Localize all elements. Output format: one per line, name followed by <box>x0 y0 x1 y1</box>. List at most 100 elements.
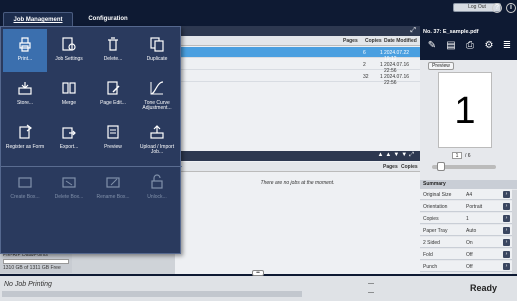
col-date-modified[interactable]: Date Modified <box>384 38 417 44</box>
summary-label: Copies <box>423 216 439 222</box>
menu-item-label: Tone Curve Adjustment... <box>142 100 172 111</box>
table-row[interactable]: 2 1 2024.07.16 22:56 <box>175 59 420 74</box>
menu-item-tone-curve[interactable]: Tone Curve Adjustment... <box>135 73 179 116</box>
page-number-field[interactable]: 1 <box>452 152 462 159</box>
chevron-right-icon[interactable]: › <box>503 239 510 246</box>
menu-item-job-settings[interactable]: Job Settings <box>47 29 91 72</box>
table-row[interactable]: 32 1 2024.07.16 22:56 <box>175 71 420 86</box>
edit-icon[interactable]: ✎ <box>424 40 440 54</box>
job-list-toolbar: ⤢ <box>175 26 420 36</box>
menu-item-label: Duplicate <box>146 56 168 62</box>
document-icon[interactable]: ▤ <box>443 40 459 54</box>
table-row[interactable]: 6 1 2024.07.22 19:12 <box>175 47 420 62</box>
status-dash: — <box>368 281 374 287</box>
chevron-right-icon[interactable]: › <box>503 191 510 198</box>
tab-job-management[interactable]: Job Management <box>3 12 73 26</box>
menu-item-duplicate[interactable]: Duplicate <box>135 29 179 72</box>
menu-item-label: Merge <box>61 100 77 106</box>
menu-item-register-form[interactable]: Register as Form <box>3 117 47 160</box>
summary-value: On <box>466 240 473 246</box>
menu-item-label: Page Edit... <box>100 100 126 106</box>
menu-item-label: Rename Box... <box>96 194 130 200</box>
col-pages-lower[interactable]: Pages <box>383 164 398 170</box>
print-job-icon[interactable]: ⎙ <box>462 40 478 54</box>
job-list-header: Pages Copies Date Modified <box>175 36 420 46</box>
menu-item-rename-box: Rename Box... <box>91 167 135 210</box>
zoom-slider-handle[interactable] <box>437 162 445 171</box>
menu-item-page-edit[interactable]: Page Edit... <box>91 73 135 116</box>
chevron-right-icon[interactable]: › <box>503 215 510 222</box>
menu-item-preview[interactable]: Preview <box>91 117 135 160</box>
help-icon[interactable]: ? <box>492 3 502 13</box>
stack-icon[interactable]: ≣ <box>499 40 515 54</box>
summary-scrollbar[interactable] <box>512 190 517 274</box>
upload-icon <box>149 124 165 140</box>
menu-item-merge[interactable]: Merge <box>47 73 91 116</box>
cell-pages: 6 <box>363 50 366 56</box>
col-copies[interactable]: Copies <box>365 38 382 44</box>
job-action-menu: Print... Job Settings Delete... Duplicate St… <box>0 26 182 254</box>
menu-item-label: Store... <box>16 100 34 106</box>
menu-item-label: Register as Form <box>5 144 45 150</box>
menu-item-label: Unlock... <box>147 194 167 200</box>
summary-value: Portrait <box>466 204 483 210</box>
nav-arrows-icon[interactable]: ▲▲▼▼⤢ <box>377 152 416 159</box>
summary-value: 1 <box>466 216 469 222</box>
job-settings-icon <box>61 36 77 52</box>
cell-pages: 32 <box>363 74 369 80</box>
chevron-right-icon[interactable]: › <box>503 203 510 210</box>
summary-label: Paper Tray <box>423 228 448 234</box>
menu-item-label: Create Box... <box>10 194 40 200</box>
summary-label: 2 Sided <box>423 240 440 246</box>
menu-item-print[interactable]: Print... <box>3 29 47 72</box>
summary-row[interactable]: Orientation Portrait › <box>420 201 512 212</box>
tab-configuration[interactable]: Configuration <box>73 12 143 26</box>
cell-copies: 1 <box>380 74 383 80</box>
preview-button[interactable]: Preview <box>428 62 454 70</box>
expand-icon[interactable]: ⤢ <box>410 27 416 35</box>
empty-message: There are no jobs at the moment. <box>260 180 335 186</box>
menu-item-store[interactable]: Store... <box>3 73 47 116</box>
summary-row[interactable]: 2 Sided On › <box>420 237 512 248</box>
summary-value: Off <box>466 252 473 258</box>
col-copies-lower[interactable]: Copies <box>401 164 418 170</box>
job-filename: No. 37: E_sample.pdf <box>423 29 479 35</box>
print-progress-bar <box>2 291 302 297</box>
summary-row[interactable]: Copies 1 › <box>420 213 512 224</box>
summary-header: Summary <box>420 180 517 189</box>
menu-item-export[interactable]: Export... <box>47 117 91 160</box>
chevron-right-icon[interactable]: › <box>503 263 510 270</box>
menu-item-trash[interactable]: Delete... <box>91 29 135 72</box>
trash-icon <box>105 36 121 52</box>
summary-value: Off <box>466 264 473 270</box>
settings-icon[interactable]: ⚙ <box>481 40 497 54</box>
summary-row[interactable]: Punch Off › <box>420 261 512 272</box>
disk-usage-bar <box>3 259 69 264</box>
menu-item-delete-box: Delete Box... <box>47 167 91 210</box>
menu-item-label: Delete Box... <box>54 194 84 200</box>
summary-row[interactable]: Original Size A4 › <box>420 189 512 200</box>
menu-item-upload[interactable]: Upload / Import Job... <box>135 117 179 160</box>
disk-usage-text: 1310 GB of 1311 GB Free <box>3 265 61 271</box>
menu-item-create-box: Create Box... <box>3 167 47 210</box>
preview-icon <box>105 124 121 140</box>
resize-grip[interactable]: •• <box>252 270 264 276</box>
chevron-right-icon[interactable]: › <box>503 251 510 258</box>
summary-row[interactable]: Paper Tray Auto › <box>420 225 512 236</box>
job-list-lower-toolbar: ▲▲▼▼⤢ <box>175 151 420 161</box>
col-pages[interactable]: Pages <box>343 38 358 44</box>
duplicate-icon <box>149 36 165 52</box>
print-icon <box>17 36 33 52</box>
summary-label: Original Size <box>423 192 452 198</box>
menu-item-label: Upload / Import Job... <box>139 144 175 155</box>
rename-box-icon <box>105 174 121 190</box>
cell-copies: 1 <box>380 50 383 56</box>
menu-item-unlock: Unlock... <box>135 167 179 210</box>
store-icon <box>17 80 33 96</box>
export-icon <box>61 124 77 140</box>
info-icon[interactable]: i <box>506 3 516 13</box>
chevron-right-icon[interactable]: › <box>503 227 510 234</box>
summary-row[interactable]: Fold Off › <box>420 249 512 260</box>
menu-item-label: Export... <box>59 144 79 150</box>
printer-status: Ready <box>470 283 498 293</box>
